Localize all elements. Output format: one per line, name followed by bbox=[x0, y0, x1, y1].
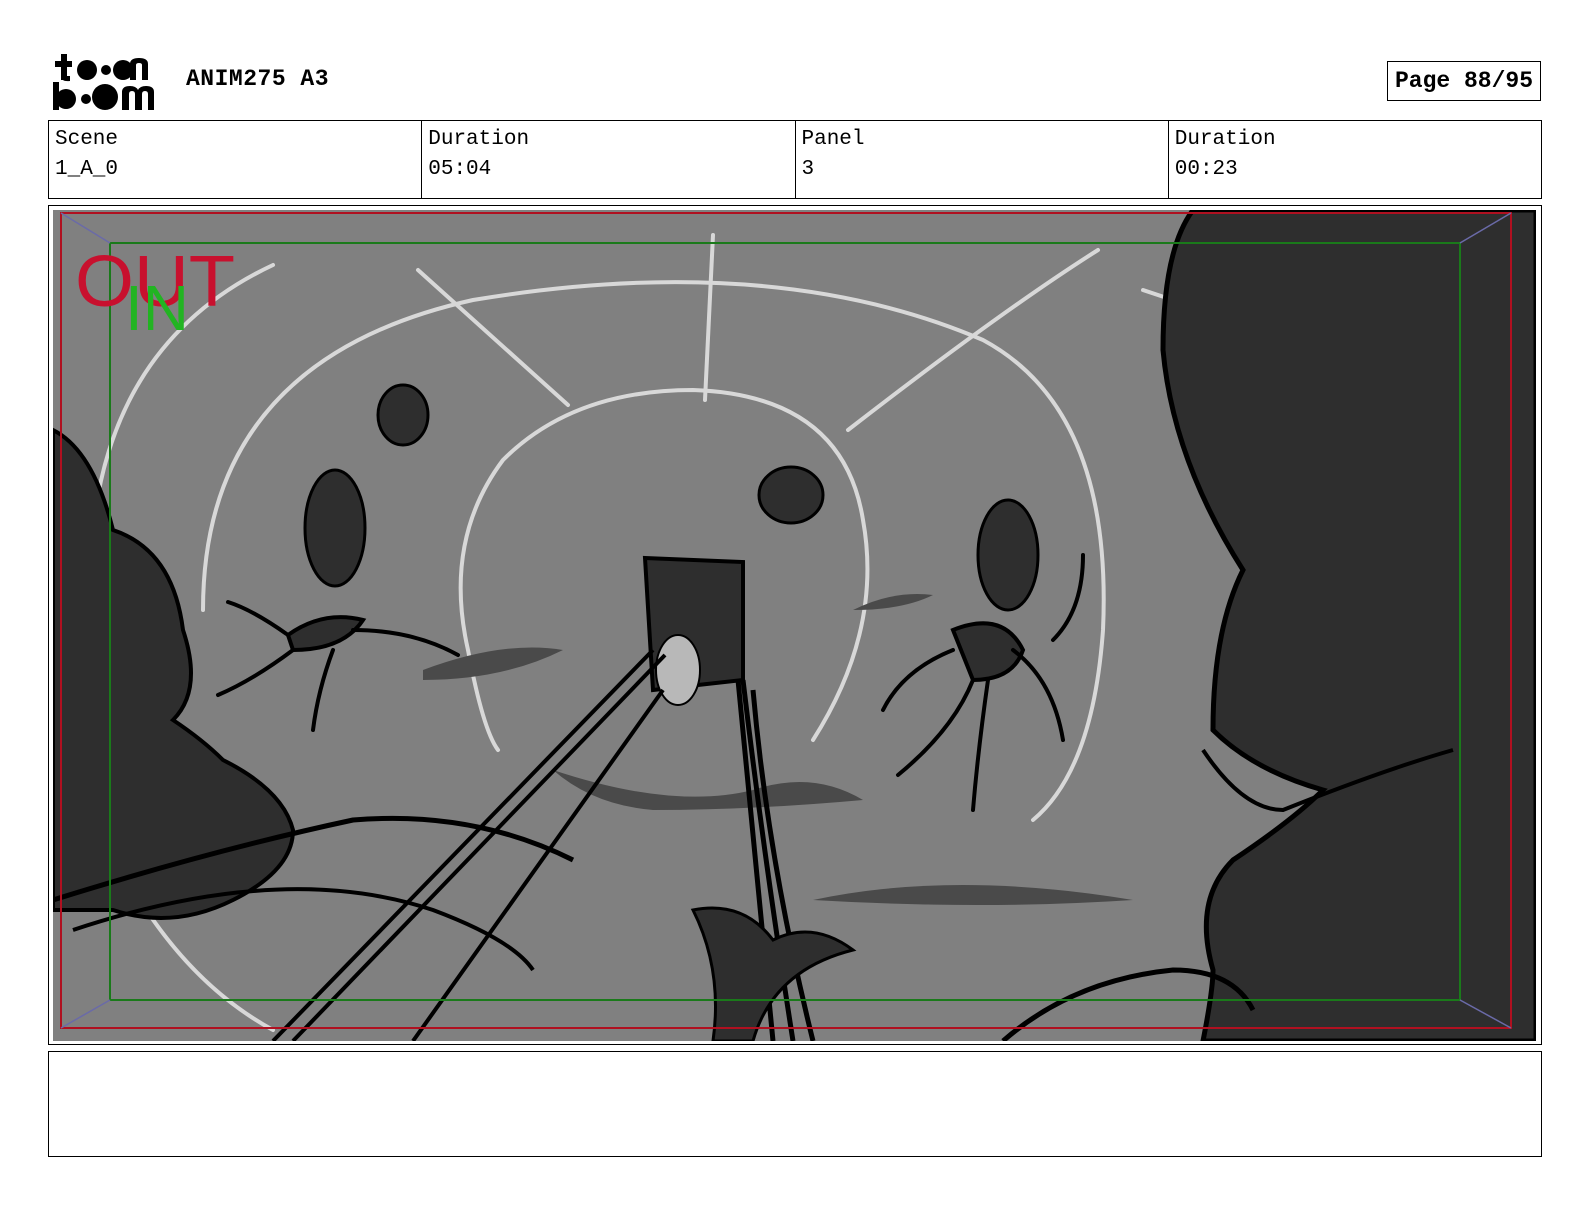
scene-label: Scene bbox=[55, 128, 119, 151]
panel-duration-label: Duration bbox=[1174, 128, 1276, 151]
panel-label: Panel bbox=[801, 128, 865, 151]
character-figure bbox=[655, 634, 701, 706]
scene-duration-cell: Duration 05:04 bbox=[422, 121, 796, 198]
scene-cell: Scene 1_A_0 bbox=[49, 121, 423, 198]
blob-4 bbox=[976, 498, 1040, 612]
blob-1 bbox=[303, 468, 367, 588]
caption-box bbox=[48, 1051, 1542, 1157]
scene-duration-label: Duration bbox=[428, 128, 530, 151]
panel-info-table: Scene 1_A_0 Duration 05:04 Panel 3 Durat… bbox=[48, 120, 1542, 199]
panel-value: 3 bbox=[801, 158, 815, 181]
project-title: ANIM275 A3 bbox=[186, 66, 330, 92]
blob-2 bbox=[376, 383, 430, 447]
blob-3 bbox=[757, 465, 825, 525]
scene-duration-value: 05:04 bbox=[428, 158, 492, 181]
toon-boom-logo bbox=[52, 52, 164, 112]
panel-cell: Panel 3 bbox=[796, 121, 1169, 198]
page-counter: Page 88/95 bbox=[1387, 61, 1541, 101]
scene-value: 1_A_0 bbox=[55, 158, 119, 181]
panel-drawing: OUT IN bbox=[53, 210, 1536, 1041]
panel-duration-cell: Duration 00:23 bbox=[1169, 121, 1541, 198]
panel-duration-value: 00:23 bbox=[1174, 158, 1238, 181]
storyboard-panel: OUT IN bbox=[48, 205, 1542, 1045]
in-marker: IN bbox=[125, 272, 189, 344]
